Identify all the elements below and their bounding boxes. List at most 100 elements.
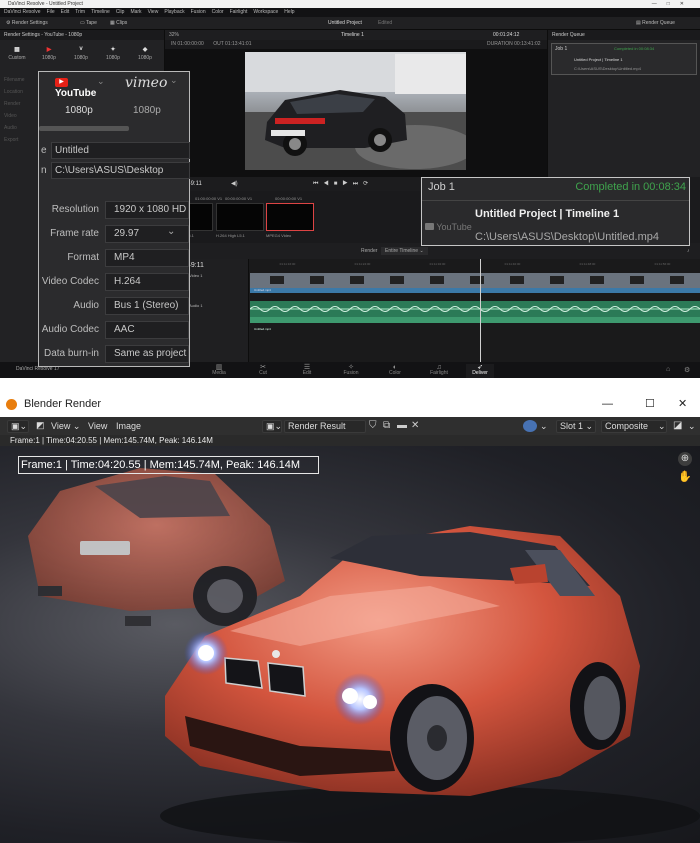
youtube-logo[interactable]: ▶YouTube [55, 77, 99, 99]
timecode-top: 00:01:24:12 [493, 32, 520, 38]
resolve-menu-bar: DaVinci Resolve File Edit Trim Timeline Clip M… [0, 8, 700, 17]
vimeo-logo[interactable]: vimeo [125, 75, 167, 91]
editor-type-dropdown[interactable]: ▣⌄ [7, 420, 29, 433]
menu-item-clip[interactable]: Clip [116, 9, 125, 15]
view-menu[interactable]: View [88, 421, 107, 431]
menu-item-color[interactable]: Color [212, 9, 224, 15]
youtube-resolution: 1080p [65, 105, 93, 116]
image-browse-button[interactable]: ▣⌄ [262, 420, 282, 433]
menu-item-file[interactable]: File [47, 9, 55, 15]
preset-custom[interactable]: ▦ Custom [6, 46, 28, 74]
resolve-window-title: DaVinci Resolve - Untitled Project [8, 1, 83, 7]
zoom-level[interactable]: 32% [169, 32, 179, 38]
render-job-item[interactable]: Job 1 Completed in 00:08:34 Untitled Pro… [551, 43, 697, 75]
page-edit[interactable]: ☰ Edit [293, 364, 321, 376]
view-mode-icon[interactable]: ◩ [36, 420, 45, 431]
menu-item-view[interactable]: View [148, 9, 159, 15]
fake-user-icon[interactable]: ⛉ [369, 420, 377, 431]
home-icon[interactable]: ⌂ [666, 366, 670, 373]
volume-icon[interactable]: ◀) [231, 177, 238, 191]
render-range-dropdown[interactable]: Entire Timeline ⌄ [381, 247, 428, 255]
video-codec-select[interactable]: H.264 [105, 273, 189, 291]
page-cut[interactable]: ✂ Cut [249, 364, 277, 376]
preset-youtube[interactable]: ▶ 1080p [38, 46, 60, 74]
minimize-button[interactable]: — [602, 392, 613, 417]
menu-item-mark[interactable]: Mark [130, 9, 141, 15]
tape-button[interactable]: ▭ Tape [80, 17, 97, 30]
menu-item-davinci-resolve[interactable]: DaVinci Resolve [4, 9, 41, 15]
timeline-name[interactable]: Timeline 1 [341, 30, 364, 40]
menu-item-help[interactable]: Help [284, 9, 294, 15]
page-color[interactable]: ◐ Color [381, 364, 409, 376]
zoom-icon[interactable]: ⊕ [678, 452, 692, 466]
audio-track-clip[interactable] [249, 301, 700, 317]
page-fusion[interactable]: ✧ Fusion [337, 364, 365, 376]
filename-label-partial: e [41, 145, 47, 156]
blender-logo-icon [6, 399, 17, 410]
preset-dropbox[interactable]: ◆ 1080p [134, 46, 156, 74]
chevron-down-icon[interactable]: ⌄ [97, 76, 105, 87]
chevron-down-icon[interactable]: ⌄ [540, 421, 548, 432]
blender-window-title: Blender Render [24, 398, 102, 410]
clip-thumbnail-selected[interactable] [266, 203, 314, 231]
overlay-toggle-icon[interactable]: ◪ [673, 420, 682, 431]
job-status: Completed in 00:08:34 [575, 181, 686, 193]
audio-codec-select[interactable]: AAC [105, 321, 189, 339]
clip-thumbnail[interactable] [216, 203, 264, 231]
menu-item-timeline[interactable]: Timeline [91, 9, 110, 15]
minimize-button[interactable]: — [652, 1, 667, 7]
menu-item-playback[interactable]: Playback [164, 9, 184, 15]
chevron-down-icon[interactable]: ⌄ [688, 421, 696, 432]
duplicate-icon[interactable]: ⧉ [383, 420, 390, 431]
resolve-window: DaVinci Resolve - Untitled Project —□✕ D… [0, 0, 700, 378]
page-deliver[interactable]: ➶ Deliver [466, 364, 494, 378]
image-name-field[interactable]: Render Result [284, 420, 366, 433]
render-queue-title: Render Queue [548, 30, 700, 40]
menu-item-trim[interactable]: Trim [75, 9, 85, 15]
close-button[interactable]: ✕ [680, 1, 694, 7]
frame-rate-select[interactable]: 29.97 [105, 225, 189, 243]
clip-timecode: 00:00:00:00 V1 [275, 196, 303, 201]
audio-select[interactable]: Bus 1 (Stereo) [105, 297, 189, 315]
menu-item-workspace[interactable]: Workspace [253, 9, 278, 15]
transport-controls[interactable]: ⏮◀■▶⏭⟳ [313, 177, 373, 191]
image-menu[interactable]: Image [116, 421, 141, 431]
render-job-zoom-callout[interactable]: Job 1 Completed in 00:08:34 YouTube Unti… [421, 177, 690, 246]
maximize-button[interactable]: ☐ [645, 392, 655, 417]
menu-item-fairlight[interactable]: Fairlight [230, 9, 248, 15]
settings-icon[interactable]: ⚙ [684, 366, 690, 374]
page-media[interactable]: ▥ Media [205, 364, 233, 376]
folder-icon[interactable]: ▬ [397, 420, 407, 431]
resolve-window-controls[interactable]: —□✕ [652, 0, 694, 8]
filename-input[interactable]: Untitled [51, 142, 190, 159]
render-queue-button[interactable]: ▤ Render Queue [636, 17, 675, 30]
format-select[interactable]: MP4 [105, 249, 189, 267]
render-settings-button[interactable]: ⚙ Render Settings [6, 17, 48, 30]
playhead[interactable] [480, 259, 481, 362]
chevron-down-icon[interactable]: ⌄ [658, 421, 666, 432]
location-input[interactable]: C:\Users\ASUS\Desktop [51, 162, 190, 179]
video-track-clip[interactable] [250, 273, 700, 288]
timeline-ruler[interactable]: 01:11:16:00 01:11:24:00 01:11:32:00 01:11:4… [250, 262, 700, 270]
location-label-partial: n [41, 165, 47, 176]
audio-waveform [249, 306, 700, 312]
menu-item-edit[interactable]: Edit [61, 9, 70, 15]
clips-button[interactable]: ▦ Clips [110, 17, 127, 30]
slot-dropdown[interactable]: Slot 1 ⌄ [556, 420, 596, 433]
chevron-down-icon[interactable]: ⌄ [170, 75, 178, 86]
preset-scrollbar[interactable] [39, 126, 129, 131]
page-fairlight[interactable]: ♫ Fairlight [425, 364, 453, 376]
close-button[interactable]: ✕ [678, 392, 687, 417]
display-channels-icon[interactable] [523, 420, 537, 432]
resolution-select[interactable]: 1920 x 1080 HD [105, 201, 189, 219]
render-result-image[interactable]: ⊕ ✋ [0, 446, 700, 843]
menu-item-fusion[interactable]: Fusion [191, 9, 206, 15]
unlink-icon[interactable]: ✕ [411, 420, 419, 431]
view-mode-dropdown[interactable]: View ⌄ [51, 421, 80, 432]
pan-hand-icon[interactable]: ✋ [678, 470, 692, 484]
data-burn-in-select[interactable]: Same as project [105, 345, 189, 363]
maximize-button[interactable]: □ [667, 1, 680, 7]
chevron-down-icon[interactable]: ⌄ [167, 226, 175, 237]
preset-twitter[interactable]: ✦ 1080p [102, 46, 124, 74]
preset-vimeo[interactable]: v 1080p [70, 46, 92, 74]
